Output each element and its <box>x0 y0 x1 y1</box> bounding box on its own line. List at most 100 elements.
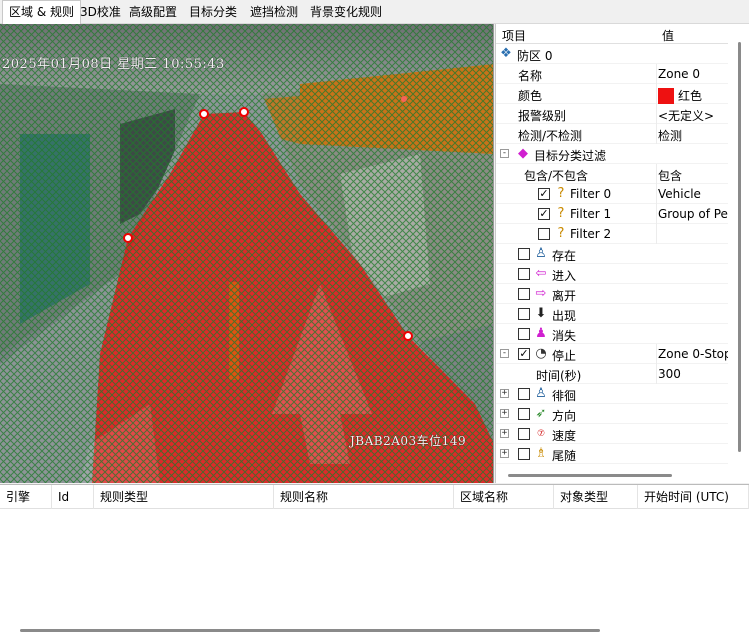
scroll-thumb[interactable] <box>738 42 741 452</box>
filter-1-checkbox[interactable]: ✓ <box>538 208 550 220</box>
person-icon: ♙ <box>535 246 547 261</box>
exit-checkbox[interactable] <box>518 288 530 300</box>
row-label: 目标分类过滤 <box>534 149 607 163</box>
column-object-type[interactable]: 对象类型 <box>554 485 638 509</box>
row-value[interactable]: 检测 <box>658 127 728 144</box>
tree-row-disappear[interactable]: ♟ 消失 <box>496 324 728 344</box>
row-label: 离开 <box>552 289 577 303</box>
tree-row-tailgate[interactable]: + ♗ 尾随 <box>496 444 728 464</box>
row-value[interactable]: Vehicle <box>658 187 728 201</box>
question-icon: ? <box>557 186 565 201</box>
appear-icon: ⬇ <box>535 306 547 321</box>
row-label: 包含/不包含 <box>524 169 589 183</box>
tab-object-classification[interactable]: 目标分类 <box>183 2 243 23</box>
disappear-checkbox[interactable] <box>518 328 530 340</box>
row-label: 出现 <box>552 309 577 323</box>
video-view[interactable]: 2025年01月08日 星期三 10:55:43 JBAB2A03车位149 <box>0 24 494 483</box>
osd-parking-label: JBAB2A03车位149 <box>350 434 467 448</box>
speed-checkbox[interactable] <box>518 428 530 440</box>
row-label: 徘徊 <box>552 389 577 403</box>
tab-tamper-detection[interactable]: 遮挡检测 <box>244 2 304 23</box>
tree-row-color[interactable]: 颜色 红色 <box>496 84 728 104</box>
collapse-toggle[interactable]: - <box>500 349 509 358</box>
tree-row-detect[interactable]: 检测/不检测 检测 <box>496 124 728 144</box>
filter-0-checkbox[interactable]: ✓ <box>538 188 550 200</box>
appear-checkbox[interactable] <box>518 308 530 320</box>
column-engine[interactable]: 引擎 <box>0 485 52 509</box>
row-label: 存在 <box>552 249 577 263</box>
zone-handle[interactable] <box>239 107 249 117</box>
zone-handle[interactable] <box>199 109 209 119</box>
column-rule-name[interactable]: 规则名称 <box>274 485 454 509</box>
filter-2-checkbox[interactable] <box>538 228 550 240</box>
scroll-thumb[interactable] <box>20 629 600 632</box>
row-value[interactable]: <无定义> <box>658 107 728 124</box>
tailgate-icon: ♗ <box>535 446 547 461</box>
tree-row-appear[interactable]: ⬇ 出现 <box>496 304 728 324</box>
tree-row-name[interactable]: 名称 Zone 0 <box>496 64 728 84</box>
tree-row-zone[interactable]: ❖ 防区 0 <box>496 44 728 64</box>
tree-row-speed[interactable]: + ⑦ 速度 <box>496 424 728 444</box>
question-icon: ? <box>557 206 565 221</box>
tree-row-stop-seconds[interactable]: 时间(秒) 300 <box>496 364 728 384</box>
row-label: Filter 1 <box>570 207 612 221</box>
tab-background-change-rules[interactable]: 背景变化规则 <box>304 2 388 23</box>
enter-checkbox[interactable] <box>518 268 530 280</box>
tree-row-class-filter[interactable]: - ◆ 目标分类过滤 <box>496 144 728 164</box>
collapse-toggle[interactable]: - <box>500 149 509 158</box>
tree-row-direction[interactable]: + ➶ 方向 <box>496 404 728 424</box>
osd-timestamp: 2025年01月08日 星期三 10:55:43 <box>2 57 225 72</box>
tab-zones-rules[interactable]: 区域 & 规则 <box>2 0 81 24</box>
property-grid-hscroll[interactable] <box>496 468 728 483</box>
column-start-time[interactable]: 开始时间 (UTC) <box>638 485 749 509</box>
column-rule-type[interactable]: 规则类型 <box>94 485 274 509</box>
tree-row-presence[interactable]: ♙ 存在 <box>496 244 728 264</box>
property-grid-vscroll[interactable] <box>728 24 749 483</box>
tab-bar: 区域 & 规则 3D校准 高级配置 目标分类 遮挡检测 背景变化规则 <box>0 0 749 24</box>
speed-icon: ⑦ <box>536 429 546 439</box>
exit-arrow-icon: ⇨ <box>535 286 547 301</box>
row-value[interactable]: 包含 <box>658 167 728 184</box>
column-zone-name[interactable]: 区域名称 <box>454 485 554 509</box>
app-window: { "tabs": [ {"label": "区域 & 规则", "active… <box>0 0 749 643</box>
row-value[interactable]: 300 <box>658 367 728 381</box>
camera-frame[interactable] <box>0 24 494 483</box>
row-label: Filter 0 <box>570 187 612 201</box>
direction-checkbox[interactable] <box>518 408 530 420</box>
zone-handle[interactable] <box>403 331 413 341</box>
events-hscroll[interactable] <box>10 626 738 636</box>
zone-handle[interactable] <box>123 233 133 243</box>
row-value[interactable]: 红色 <box>658 87 728 104</box>
tree-row-enter[interactable]: ⇦ 进入 <box>496 264 728 284</box>
scroll-thumb[interactable] <box>508 474 672 477</box>
tab-3d-calibration[interactable]: 3D校准 <box>74 2 127 23</box>
tree-row-stop[interactable]: - ✓ ◔ 停止 Zone 0-Stop <box>496 344 728 364</box>
tree-row-alarm-level[interactable]: 报警级别 <无定义> <box>496 104 728 124</box>
clock-icon: ◔ <box>535 346 547 361</box>
tab-advanced-config[interactable]: 高级配置 <box>123 2 183 23</box>
tree-row-include[interactable]: 包含/不包含 包含 <box>496 164 728 184</box>
tree-row-filter-2[interactable]: ? Filter 2 <box>496 224 728 244</box>
row-label: 方向 <box>552 409 577 423</box>
tree-row-loiter[interactable]: + ♙ 徘徊 <box>496 384 728 404</box>
column-value-header: 值 <box>662 29 675 43</box>
column-item-header: 项目 <box>502 29 527 43</box>
tree-row-exit[interactable]: ⇨ 离开 <box>496 284 728 304</box>
expand-toggle[interactable]: + <box>500 449 509 458</box>
presence-checkbox[interactable] <box>518 248 530 260</box>
row-value[interactable]: Group of Pe <box>658 207 728 221</box>
row-value[interactable]: Zone 0-Stop <box>658 347 728 361</box>
row-value[interactable]: Zone 0 <box>658 67 728 81</box>
row-label: 速度 <box>552 429 577 443</box>
tree-row-filter-0[interactable]: ✓ ? Filter 0 Vehicle <box>496 184 728 204</box>
expand-toggle[interactable]: + <box>500 429 509 438</box>
expand-toggle[interactable]: + <box>500 389 509 398</box>
stop-checkbox[interactable]: ✓ <box>518 348 530 360</box>
tree-row-filter-1[interactable]: ✓ ? Filter 1 Group of Pe <box>496 204 728 224</box>
tailgate-checkbox[interactable] <box>518 448 530 460</box>
property-grid: 项目 值 ❖ 防区 0 名称 Zone 0 颜色 红色 报警级别 <无定义> 检… <box>495 24 749 483</box>
color-name: 红色 <box>678 89 703 103</box>
column-id[interactable]: Id <box>52 485 94 509</box>
expand-toggle[interactable]: + <box>500 409 509 418</box>
loiter-checkbox[interactable] <box>518 388 530 400</box>
